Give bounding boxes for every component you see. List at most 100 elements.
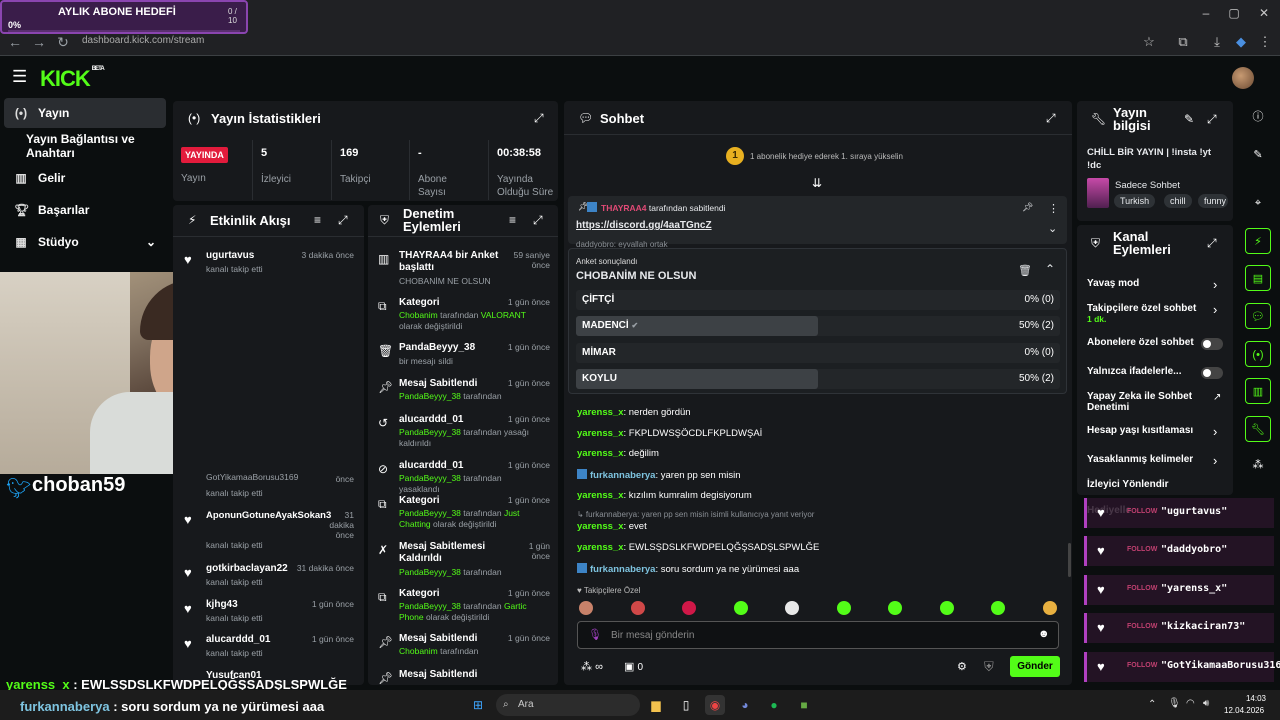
bookmark-star-icon[interactable]: ☆ [1140, 34, 1158, 52]
maximize-icon[interactable]: ▢ [1224, 6, 1244, 22]
channel-action-item[interactable]: Hesap yaşı kısıtlaması [1087, 425, 1207, 436]
volume-icon[interactable]: 🔊︎ [1203, 698, 1209, 709]
toggle-switch[interactable] [1201, 338, 1223, 350]
emote-icon[interactable] [785, 601, 799, 615]
add-widget-icon[interactable]: ⁂ [1245, 452, 1271, 478]
chevron-up-icon[interactable]: ⌃ [1045, 262, 1055, 276]
download-icon[interactable]: ⤓ [1208, 34, 1226, 52]
emote-icon[interactable] [888, 601, 902, 615]
toggle-switch[interactable] [1201, 367, 1223, 379]
microphone-icon[interactable]: 🎙︎ [588, 628, 602, 641]
filter-icon[interactable]: ≡ [314, 213, 321, 227]
focus-icon[interactable]: ⌖ [1245, 190, 1271, 216]
channel-action-item[interactable]: Abonelere özel sohbet [1087, 337, 1197, 348]
trash-icon[interactable]: 🗑︎ [1018, 264, 1032, 277]
popout-icon[interactable]: ⤢ [533, 213, 543, 228]
browser-menu-icon[interactable]: ⋮ [1256, 34, 1274, 52]
popout-icon[interactable]: ⤢ [534, 111, 544, 126]
channel-action-item[interactable]: Yavaş mod [1087, 278, 1207, 289]
channel-action-item[interactable]: Yalnızca ifadelerle... [1087, 366, 1197, 377]
info-icon[interactable]: ⓘ [1245, 104, 1271, 130]
popout-icon[interactable]: ⤢ [1207, 112, 1217, 127]
popout-icon[interactable]: ⤢ [338, 213, 348, 228]
clock-time[interactable]: 14:03 [1236, 694, 1266, 703]
shield-icon[interactable]: ⛨ [984, 659, 994, 675]
emote-icon[interactable] [682, 601, 696, 615]
sidebar-item-gelir[interactable]: ▥ Gelir [4, 163, 166, 193]
hamburger-menu-icon[interactable]: ☰ [12, 68, 30, 86]
close-icon[interactable]: ✕ [1254, 6, 1274, 22]
extensions-icon[interactable]: ⧉ [1174, 34, 1192, 52]
wrench-icon[interactable]: 🔧︎ [1245, 416, 1271, 442]
taskbar-search[interactable]: ⌕ Ara [496, 694, 640, 716]
gift-icon[interactable]: ▣ 0 [624, 660, 643, 673]
user-avatar[interactable] [1232, 67, 1254, 89]
discord-icon[interactable]: ◕ [735, 695, 755, 715]
wifi-icon[interactable]: ◠ [1186, 698, 1195, 709]
tag-chip[interactable]: funny [1198, 194, 1228, 208]
chevron-right-icon[interactable]: › [1213, 424, 1217, 439]
minecraft-icon[interactable]: ■ [794, 695, 814, 715]
emote-icon[interactable] [733, 601, 748, 615]
reload-icon[interactable]: ↻ [54, 34, 72, 52]
file-explorer-icon[interactable]: ▆ [646, 695, 666, 715]
unpin-icon[interactable]: 📌︎ [1022, 202, 1033, 213]
chevron-down-icon[interactable]: ⌄ [1048, 222, 1057, 235]
pinned-link[interactable]: https://discord.gg/4aaTGncZ [576, 220, 712, 231]
kick-logo[interactable]: KICK BETA [40, 66, 105, 92]
url-text[interactable]: dashboard.kick.com/stream [82, 35, 482, 49]
chevron-right-icon[interactable]: › [1213, 277, 1217, 292]
emoji-icon[interactable]: ☻ [1038, 628, 1050, 640]
sidebar-item-stream-key[interactable]: Yayın Bağlantısı ve Anahtarı [4, 131, 166, 161]
broadcast-icon[interactable]: (•) [1245, 341, 1271, 367]
emote-icon[interactable] [991, 601, 1005, 615]
emote-icon[interactable] [939, 601, 954, 615]
filter-icon[interactable]: ≡ [509, 213, 516, 227]
moderation-icon[interactable]: ▥ [1245, 378, 1271, 404]
send-button[interactable]: Gönder [1010, 656, 1060, 677]
more-options-icon[interactable]: ⋮ [1048, 202, 1059, 215]
heart-icon: ♥ [1097, 543, 1105, 558]
notepad-icon[interactable]: ▯ [676, 695, 696, 715]
emote-icon[interactable] [630, 601, 645, 615]
edit-pencil-icon[interactable]: ✎ [1245, 142, 1271, 168]
sidebar-item-yayin[interactable]: (•) Yayın [4, 98, 166, 128]
channel-action-item[interactable]: İzleyici Yönlendir [1087, 479, 1207, 490]
users-icon[interactable]: ⁂ ∞ [581, 660, 603, 673]
extension-pin-icon[interactable]: ◆ [1232, 34, 1250, 52]
popout-icon[interactable]: ⤢ [1046, 111, 1056, 126]
chrome-icon[interactable]: ◉ [705, 695, 725, 715]
settings-icon[interactable]: ⚙︎ [957, 660, 967, 673]
edit-pencil-icon[interactable]: ✎ [1184, 112, 1194, 126]
chat-scrollbar[interactable] [1068, 543, 1071, 577]
popout-icon[interactable]: ⤢ [1207, 236, 1217, 251]
emote-icon[interactable] [1042, 601, 1057, 615]
chevron-right-icon[interactable]: › [1213, 302, 1217, 317]
emote-icon[interactable] [836, 601, 851, 615]
windows-start-icon[interactable]: ⊞ [468, 695, 488, 715]
notes-icon[interactable]: ▤ [1245, 265, 1271, 291]
subscriber-goal-widget: AYLIK ABONE HEDEFİ 0 / 10 0% [0, 0, 248, 34]
chat-bubble-icon[interactable]: 💬︎ [1245, 303, 1271, 329]
sidebar-item-studyo[interactable]: ▦ Stüdyo ⌄ [4, 227, 166, 257]
channel-action-item[interactable]: Yapay Zeka ile Sohbet Denetimi [1087, 391, 1207, 413]
microphone-icon[interactable]: 🎙︎ [1168, 698, 1181, 709]
channel-action-item[interactable]: Takipçilere özel sohbet 1 dk. [1087, 303, 1207, 325]
sidebar-item-basarilar[interactable]: 🏆︎ Başarılar [4, 195, 166, 225]
collapse-icon[interactable]: ⇊ [812, 176, 822, 190]
clock-date[interactable]: 12.04.2026 [1224, 706, 1264, 715]
emote-icon[interactable] [579, 601, 593, 615]
forward-icon[interactable]: → [30, 34, 48, 52]
sidebar-item-label: Gelir [38, 171, 66, 185]
lightning-icon[interactable]: ⚡︎ [1245, 228, 1271, 254]
tray-chevron-icon[interactable]: ⌃ [1148, 699, 1156, 710]
broadcast-icon: (•) [14, 106, 28, 120]
spotify-icon[interactable]: ● [764, 695, 784, 715]
tag-chip[interactable]: chill [1164, 194, 1192, 208]
back-icon[interactable]: ← [6, 34, 24, 52]
channel-action-item[interactable]: Yasaklanmış kelimeler [1087, 454, 1207, 465]
tag-chip[interactable]: Turkish [1114, 194, 1156, 208]
chevron-right-icon[interactable]: › [1213, 453, 1217, 468]
external-link-icon[interactable]: ↗ [1213, 392, 1221, 403]
minimize-icon[interactable]: – [1196, 6, 1216, 22]
